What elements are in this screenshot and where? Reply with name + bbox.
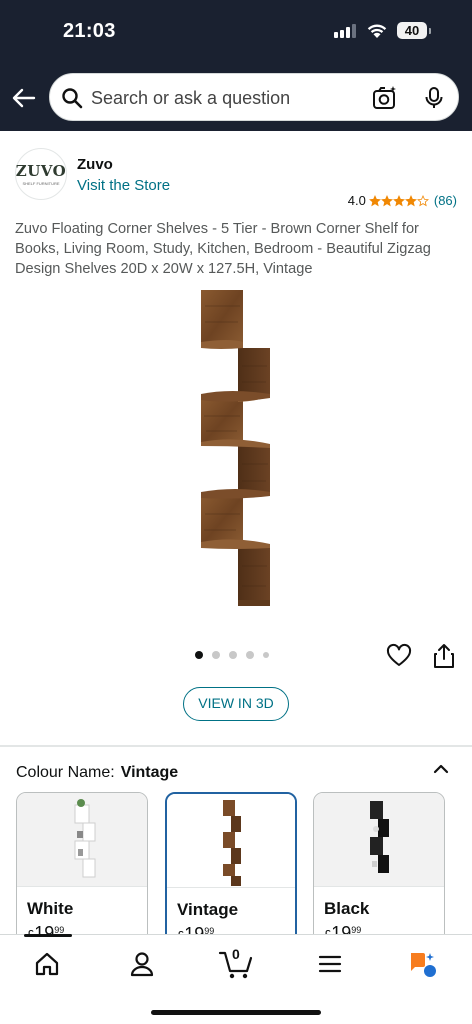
carousel-dot[interactable] [229,651,237,659]
active-tab-indicator [24,934,72,937]
cart-count: 0 [232,946,240,962]
camera-icon[interactable] [372,85,398,111]
carousel-dot[interactable] [195,651,203,659]
swatch-price: £1999 [324,923,361,934]
heart-icon[interactable] [386,643,412,669]
swatch-black[interactable]: Black £1999 [313,792,445,934]
search-icon [62,88,83,109]
star-rating [368,194,429,207]
colour-swatches: White £1999 Vintage £1999 [16,792,472,934]
star-empty-icon [416,194,429,206]
swatch-white[interactable]: White £1999 [16,792,148,934]
swatch-thumbnail [314,793,444,887]
wifi-icon [367,24,387,38]
account-icon[interactable] [127,949,157,979]
rufus-ai-icon[interactable] [408,949,438,979]
product-image[interactable] [190,286,280,608]
star-filled-icon [392,194,405,206]
colour-label-text: Colour Name: [16,764,115,781]
search-input[interactable]: Search or ask a question [91,88,290,109]
cart-button[interactable]: 0 [218,946,254,981]
selected-colour: Vintage [120,764,179,781]
share-icon[interactable] [432,643,456,669]
swatch-thumbnail [167,794,295,888]
price-fraction: 99 [351,925,362,934]
brand-logo[interactable]: ZUVO SHELF FURNITURE [15,148,67,200]
price-fraction: 99 [204,926,215,934]
carousel-dot[interactable] [212,651,220,659]
rating-value: 4.0 [347,193,366,208]
price-fraction: 99 [54,925,65,934]
brand-logo-subtext: SHELF FURNITURE [22,181,60,186]
swatch-price: £1999 [27,923,64,934]
battery-indicator: 40 [397,22,431,39]
back-arrow-icon[interactable] [10,84,38,112]
product-title: Zuvo Floating Corner Shelves - 5 Tier - … [15,221,431,277]
chevron-up-icon[interactable] [430,758,452,780]
swatch-name: White [27,899,74,918]
star-filled-icon [368,194,381,206]
swatch-name: Vintage [177,900,239,919]
brand-name: Zuvo [77,156,113,173]
carousel-dot[interactable] [263,652,269,658]
home-indicator [151,1010,321,1015]
star-filled-icon [380,194,393,206]
mic-icon[interactable] [421,85,447,111]
price-whole: 19 [34,923,55,934]
rating-count[interactable]: (86) [434,193,457,208]
carousel-dot[interactable] [246,651,254,659]
swatch-thumbnail [17,793,147,887]
colour-name-label: Colour Name: Vintage [16,764,178,782]
home-icon[interactable] [32,949,62,979]
view-in-3d-button[interactable]: VIEW IN 3D [183,687,289,721]
swatch-vintage[interactable]: Vintage £1999 [165,792,297,934]
menu-icon[interactable] [315,949,345,979]
visit-store-link[interactable]: Visit the Store [77,177,170,194]
swatch-price: £1999 [177,924,214,934]
rating-summary[interactable]: 4.0 (86) [348,193,457,208]
section-divider [0,745,472,747]
cellular-signal-icon [334,24,356,38]
price-whole: 19 [331,923,352,934]
image-carousel-dots[interactable] [195,651,269,659]
price-whole: 19 [184,924,205,934]
header: 21:03 40 Search or ask a question [0,0,472,131]
brand-logo-text: ZUVO [15,162,67,180]
star-filled-icon [404,194,417,206]
swatch-name: Black [324,899,370,918]
status-time: 21:03 [63,20,116,42]
search-bar[interactable]: Search or ask a question [49,73,459,121]
